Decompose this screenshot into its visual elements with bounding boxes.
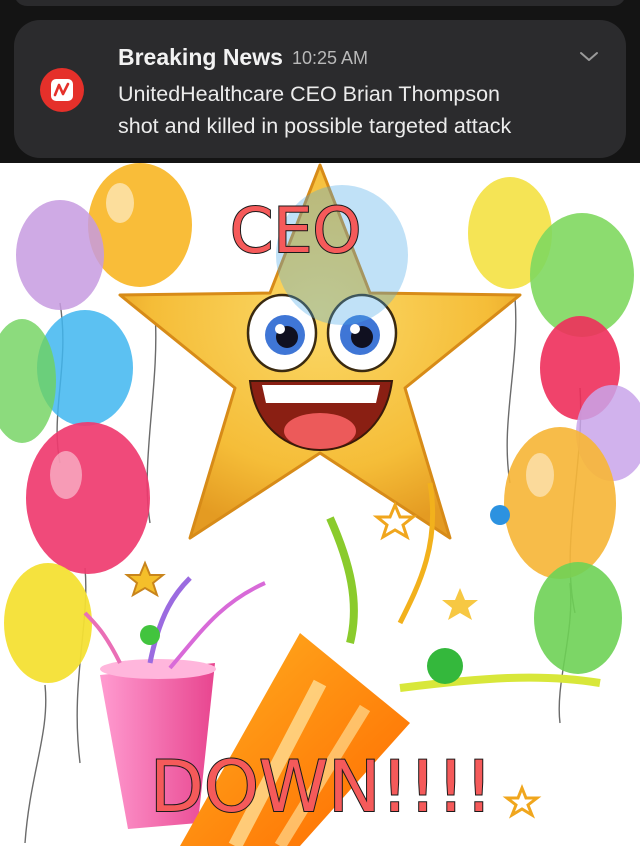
notification-body-line-2: shot and killed in possible targeted att… [118, 114, 512, 138]
meme-bottom-text: DOWN!!!! [149, 746, 494, 828]
notification-title: Breaking News [118, 44, 283, 70]
news-app-icon [40, 68, 84, 112]
previous-notification-card[interactable] [14, 0, 626, 6]
notification-body-line-1: UnitedHealthcare CEO Brian Thompson [118, 82, 501, 106]
chevron-down-icon[interactable] [578, 50, 600, 64]
notification-time: 10:25 AM [292, 48, 369, 68]
meme-top-text: CEO [229, 194, 362, 267]
notification-body: UnitedHealthcare CEO Brian Thompson shot… [118, 78, 511, 142]
